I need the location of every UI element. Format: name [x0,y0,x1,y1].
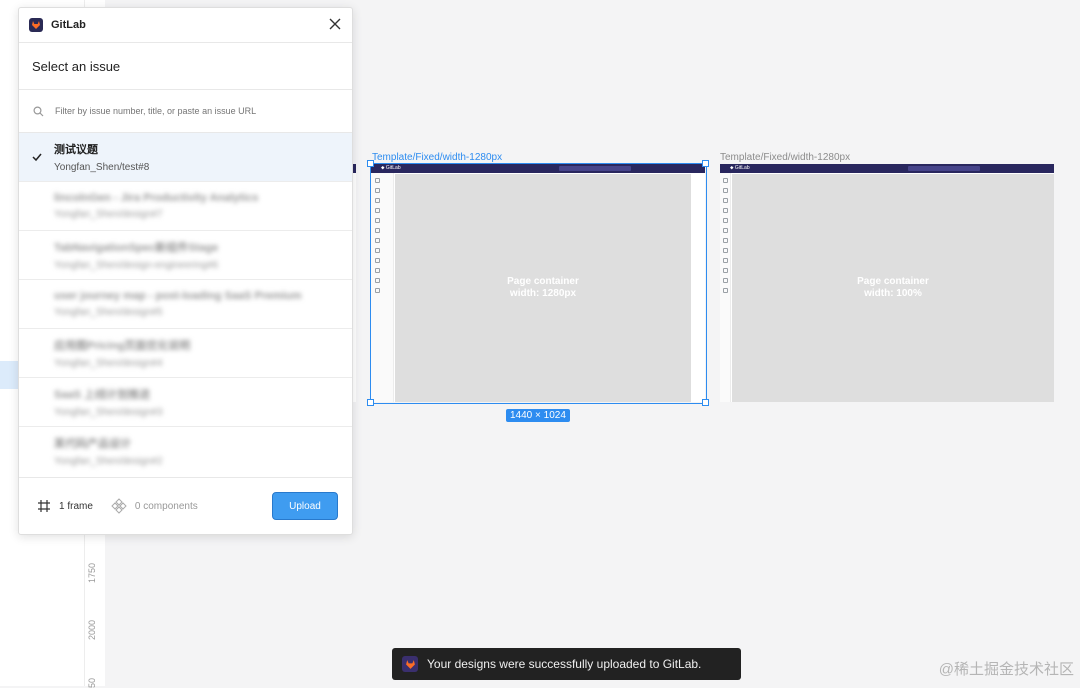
issue-ref: Yongfan_Shen/design-engineering#6 [54,260,219,271]
frame-icon [38,500,50,512]
app-name: GitLab [51,19,86,31]
panel-footer: 1 frame 0 components Upload [19,477,352,534]
issue-filter-input[interactable] [53,105,337,117]
search-icon [33,105,44,116]
panel-title: Select an issue [19,43,352,90]
container-width: width: 100% [864,288,922,299]
resize-handle[interactable] [367,399,374,406]
resize-handle[interactable] [367,160,374,167]
success-toast: Your designs were successfully uploaded … [392,648,741,680]
container-title: Page container [857,276,929,287]
upload-button[interactable]: Upload [272,492,338,520]
resize-handle[interactable] [702,399,709,406]
issue-item[interactable]: user journey map - post-loading SaaS Pre… [19,280,352,329]
gitlab-logo-icon [29,18,43,32]
issue-item[interactable]: 某代码产品设计 Yongfan_Shen/design#2 [19,427,352,475]
frame-count-label: 1 frame [59,500,93,512]
issue-title: TabNavigationSpec新组件Stage [54,242,219,254]
issue-ref: Yongfan_Shen/design#3 [54,407,163,418]
issue-item[interactable]: 应用图Pricing页面优化说明 Yongfan_Shen/design#4 [19,329,352,378]
selection-box[interactable] [370,163,707,404]
issue-ref: Yongfan_Shen/design#5 [54,307,163,318]
issue-title: 测试议题 [54,144,98,156]
component-count-label: 0 components [134,500,198,512]
resize-handle[interactable] [702,160,709,167]
ruler-mark: 1750 [87,562,97,583]
gitlab-sidebar [720,173,731,402]
issue-title: lincolnGen - Jira Productivity Analytics [54,192,259,204]
issue-title: user journey map - post-loading SaaS Pre… [54,290,302,302]
issue-ref: Yongfan_Shen/design#7 [54,209,163,220]
gitlab-plugin-panel: GitLab Select an issue 测试议题 Yongfan_Shen… [18,7,353,535]
frame-label[interactable]: Template/Fixed/width-1280px [720,152,850,163]
issue-title: 应用图Pricing页面优化说明 [54,340,191,352]
frame-size-badge: 1440 × 1024 [506,409,570,422]
issue-title: 某代码产品设计 [54,438,131,450]
watermark: @稀土掘金技术社区 [938,661,1074,678]
checkmark-icon [32,153,42,162]
ruler-mark: 2000 [87,619,97,640]
issue-item[interactable]: TabNavigationSpec新组件Stage Yongfan_Shen/d… [19,231,352,280]
gitlab-logo-icon [402,656,418,672]
gitlab-topbar: ⬥ GitLab [720,164,1054,173]
issue-item[interactable]: lincolnGen - Jira Productivity Analytics… [19,182,352,231]
issue-title: SaaS 上线计划推进 [54,389,150,401]
component-count: 0 components [111,498,198,514]
close-icon[interactable] [328,17,342,31]
issue-ref: Yongfan_Shen/design#2 [54,456,163,467]
frame-label[interactable]: Template/Fixed/width-1280px [372,152,502,163]
issue-item[interactable]: 测试议题 Yongfan_Shen/test#8 [19,133,352,182]
panel-header: GitLab [19,8,352,43]
issue-ref: Yongfan_Shen/design#4 [54,358,163,369]
toast-message: Your designs were successfully uploaded … [427,657,702,671]
frame-count: 1 frame [37,499,93,513]
layer-highlight[interactable] [0,361,18,389]
filter-row [19,90,352,133]
issue-item[interactable]: SaaS 上线计划推进 Yongfan_Shen/design#3 [19,378,352,427]
ruler-mark: 50 [87,677,97,688]
components-icon [111,498,127,514]
page-container: Page container width: 100% [732,174,1054,402]
issue-ref: Yongfan_Shen/test#8 [54,162,150,173]
frame-fluid[interactable]: ⬥ GitLab Page container width: 100% [720,164,1054,402]
